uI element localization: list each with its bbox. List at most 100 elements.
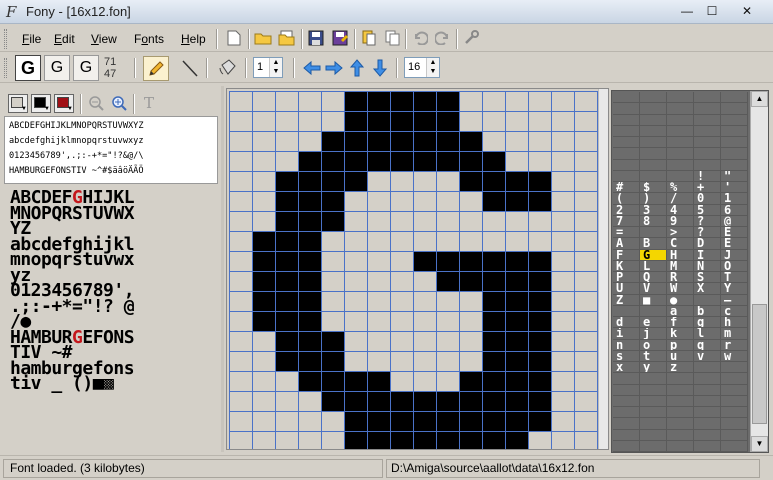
- character-cell[interactable]: H: [667, 249, 694, 261]
- character-cell[interactable]: [694, 407, 721, 419]
- pixel-on[interactable]: [528, 411, 551, 431]
- pixel-on[interactable]: [321, 391, 344, 411]
- pixel-on[interactable]: [459, 391, 482, 411]
- pixel-on[interactable]: [298, 291, 321, 311]
- character-cell[interactable]: [613, 305, 640, 317]
- character-cell[interactable]: 4: [667, 204, 694, 216]
- character-cell[interactable]: C: [667, 238, 694, 250]
- menu-file[interactable]: File: [22, 32, 41, 46]
- pixel-on[interactable]: [298, 251, 321, 271]
- character-cell[interactable]: [613, 114, 640, 126]
- pixel-on[interactable]: [367, 391, 390, 411]
- toolbar-grip[interactable]: [4, 29, 7, 49]
- fill-icon[interactable]: [216, 57, 238, 79]
- pixel-on[interactable]: [252, 291, 275, 311]
- redo-icon[interactable]: [432, 27, 454, 49]
- character-cell[interactable]: [721, 418, 748, 430]
- character-cell[interactable]: [667, 440, 694, 452]
- character-cell[interactable]: [613, 125, 640, 137]
- character-cell[interactable]: [721, 159, 748, 171]
- character-cell[interactable]: [613, 429, 640, 441]
- stepper-arrows[interactable]: ▲ ▼: [269, 58, 282, 77]
- pixel-on[interactable]: [413, 91, 436, 111]
- character-cell[interactable]: [721, 137, 748, 149]
- pixel-on[interactable]: [482, 151, 505, 171]
- character-cell[interactable]: [721, 114, 748, 126]
- pixel-on[interactable]: [505, 271, 528, 291]
- toolbar-grip[interactable]: [4, 58, 7, 78]
- character-cell[interactable]: [721, 429, 748, 441]
- pixel-on[interactable]: [528, 191, 551, 211]
- pixel-on[interactable]: [367, 131, 390, 151]
- character-cell[interactable]: l: [694, 328, 721, 340]
- pixel-on[interactable]: [367, 371, 390, 391]
- character-cell[interactable]: o: [640, 339, 667, 351]
- character-cell[interactable]: [694, 148, 721, 160]
- character-cell[interactable]: T: [721, 272, 748, 284]
- character-cell[interactable]: u: [667, 350, 694, 362]
- scroll-up-icon[interactable]: ▲: [751, 91, 768, 107]
- character-cell[interactable]: [667, 418, 694, 430]
- character-cell[interactable]: @: [721, 215, 748, 227]
- scroll-down-icon[interactable]: ▼: [751, 436, 768, 452]
- character-cell[interactable]: ": [721, 170, 748, 182]
- pixel-on[interactable]: [505, 391, 528, 411]
- pixel-on[interactable]: [528, 311, 551, 331]
- pixel-on[interactable]: [275, 191, 298, 211]
- pixel-on[interactable]: [413, 131, 436, 151]
- character-cell[interactable]: [667, 92, 694, 104]
- pixel-on[interactable]: [459, 271, 482, 291]
- character-cell[interactable]: [667, 103, 694, 115]
- character-cell[interactable]: m: [721, 328, 748, 340]
- character-cell[interactable]: E: [721, 238, 748, 250]
- pixel-on[interactable]: [321, 351, 344, 371]
- character-cell[interactable]: [694, 373, 721, 385]
- character-cell[interactable]: h: [721, 317, 748, 329]
- pixel-on[interactable]: [344, 131, 367, 151]
- pixel-on[interactable]: [390, 431, 413, 449]
- pencil-icon[interactable]: [143, 56, 169, 81]
- pixel-on[interactable]: [413, 151, 436, 171]
- character-cell[interactable]: d: [613, 317, 640, 329]
- copy-icon[interactable]: [381, 27, 403, 49]
- arrow-up-icon[interactable]: [346, 57, 368, 79]
- character-cell[interactable]: [721, 92, 748, 104]
- new-icon[interactable]: [223, 27, 245, 49]
- character-cell[interactable]: x: [613, 362, 640, 374]
- character-cell[interactable]: 9: [667, 215, 694, 227]
- pixel-on[interactable]: [505, 251, 528, 271]
- pixel-on[interactable]: [275, 211, 298, 231]
- pixel-on[interactable]: [528, 291, 551, 311]
- character-cell[interactable]: [613, 148, 640, 160]
- character-cell[interactable]: 8: [640, 215, 667, 227]
- character-cell[interactable]: [613, 373, 640, 385]
- panel-splitter[interactable]: [221, 86, 224, 452]
- pixel-on[interactable]: [482, 191, 505, 211]
- pixel-on[interactable]: [505, 371, 528, 391]
- pixel-on[interactable]: [252, 271, 275, 291]
- pixel-on[interactable]: [275, 351, 298, 371]
- view-bold-button[interactable]: G: [15, 55, 41, 81]
- character-cell[interactable]: ■: [640, 294, 667, 306]
- character-cell[interactable]: [667, 429, 694, 441]
- character-cell[interactable]: 7: [613, 215, 640, 227]
- character-cell[interactable]: [640, 114, 667, 126]
- pixel-on[interactable]: [275, 271, 298, 291]
- character-cell[interactable]: [613, 395, 640, 407]
- pixel-on[interactable]: [482, 311, 505, 331]
- character-cell[interactable]: ): [640, 193, 667, 205]
- character-cell[interactable]: [640, 227, 667, 239]
- pixel-on[interactable]: [367, 91, 390, 111]
- pixel-on[interactable]: [413, 111, 436, 131]
- character-cell[interactable]: [667, 384, 694, 396]
- character-cell[interactable]: !: [694, 170, 721, 182]
- character-cell[interactable]: e: [640, 317, 667, 329]
- character-cell[interactable]: [694, 384, 721, 396]
- pixel-on[interactable]: [482, 371, 505, 391]
- character-cell[interactable]: v: [694, 350, 721, 362]
- pixel-on[interactable]: [321, 371, 344, 391]
- character-cell[interactable]: [667, 159, 694, 171]
- character-cell[interactable]: [640, 125, 667, 137]
- character-cell[interactable]: t: [640, 350, 667, 362]
- pixel-on[interactable]: [459, 371, 482, 391]
